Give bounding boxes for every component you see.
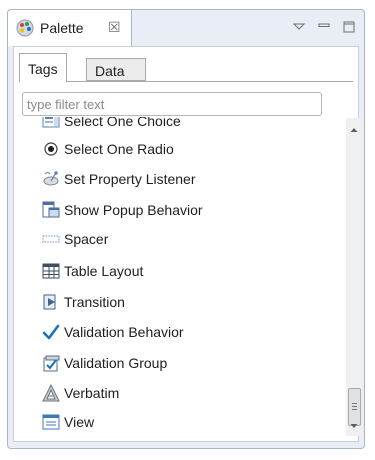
- tab-tags[interactable]: Tags: [19, 53, 67, 82]
- list-item-label: View: [64, 414, 95, 430]
- satellite-icon: [43, 171, 59, 186]
- view-title: Palette: [40, 20, 84, 36]
- palette-icon: [16, 19, 34, 37]
- list-item-set-property-listener[interactable]: Set Property Listener: [22, 165, 342, 193]
- tab-data[interactable]: Data: [86, 58, 146, 81]
- scroll-down-arrow-icon[interactable]: [346, 418, 362, 434]
- scroll-up-arrow-icon[interactable]: [346, 122, 362, 138]
- list-item-show-popup-behavior[interactable]: Show Popup Behavior: [22, 196, 342, 224]
- palette-view-tab[interactable]: Palette ☒: [8, 10, 132, 46]
- verbatim-icon: [42, 384, 60, 402]
- tab-divider: [19, 81, 353, 82]
- list-item-verbatim[interactable]: Verbatim: [22, 379, 342, 407]
- list-item-select-one-choice[interactable]: Select One Choice: [22, 117, 342, 135]
- list-item-label: Table Layout: [64, 263, 144, 279]
- filter-input[interactable]: [22, 92, 322, 116]
- list-item-label: Select One Choice: [64, 117, 181, 129]
- list-item-table-layout[interactable]: Table Layout: [22, 257, 342, 285]
- spacer-icon: [42, 235, 60, 243]
- list-item-label: Verbatim: [64, 385, 120, 401]
- minimize-icon[interactable]: [315, 18, 333, 36]
- view-menu-icon[interactable]: [290, 18, 308, 36]
- palette-item-list: Select One Choice Select One Radio Set P…: [22, 117, 344, 439]
- list-item-validation-group[interactable]: Validation Group: [22, 349, 342, 377]
- list-item-label: Validation Group: [64, 355, 168, 371]
- list-item-view[interactable]: View: [22, 408, 342, 436]
- popup-icon: [42, 201, 60, 218]
- validation-group-icon: [43, 355, 60, 372]
- palette-view: Palette ☒ Tags Data Se: [7, 9, 365, 449]
- maximize-icon[interactable]: [340, 18, 358, 36]
- table-layout-icon: [42, 263, 60, 279]
- select-one-choice-icon: [42, 117, 60, 128]
- palette-content: Tags Data Select One Choice Select One: [13, 46, 359, 442]
- list-item-label: Transition: [64, 294, 125, 310]
- list-item-label: Spacer: [64, 231, 109, 247]
- vertical-scrollbar[interactable]: [346, 118, 362, 436]
- list-item-label: Select One Radio: [64, 141, 174, 157]
- list-item-label: Validation Behavior: [64, 324, 184, 340]
- close-icon[interactable]: ☒: [108, 19, 121, 36]
- view-icon: [42, 414, 60, 430]
- list-item-select-one-radio[interactable]: Select One Radio: [22, 135, 342, 163]
- list-item-validation-behavior[interactable]: Validation Behavior: [22, 318, 342, 346]
- transition-icon: [43, 294, 56, 310]
- checkmark-icon: [42, 324, 60, 340]
- radio-icon: [44, 142, 58, 156]
- list-item-spacer[interactable]: Spacer: [22, 225, 342, 253]
- list-item-label: Set Property Listener: [64, 171, 196, 187]
- list-item-label: Show Popup Behavior: [64, 202, 203, 218]
- list-item-transition[interactable]: Transition: [22, 288, 342, 316]
